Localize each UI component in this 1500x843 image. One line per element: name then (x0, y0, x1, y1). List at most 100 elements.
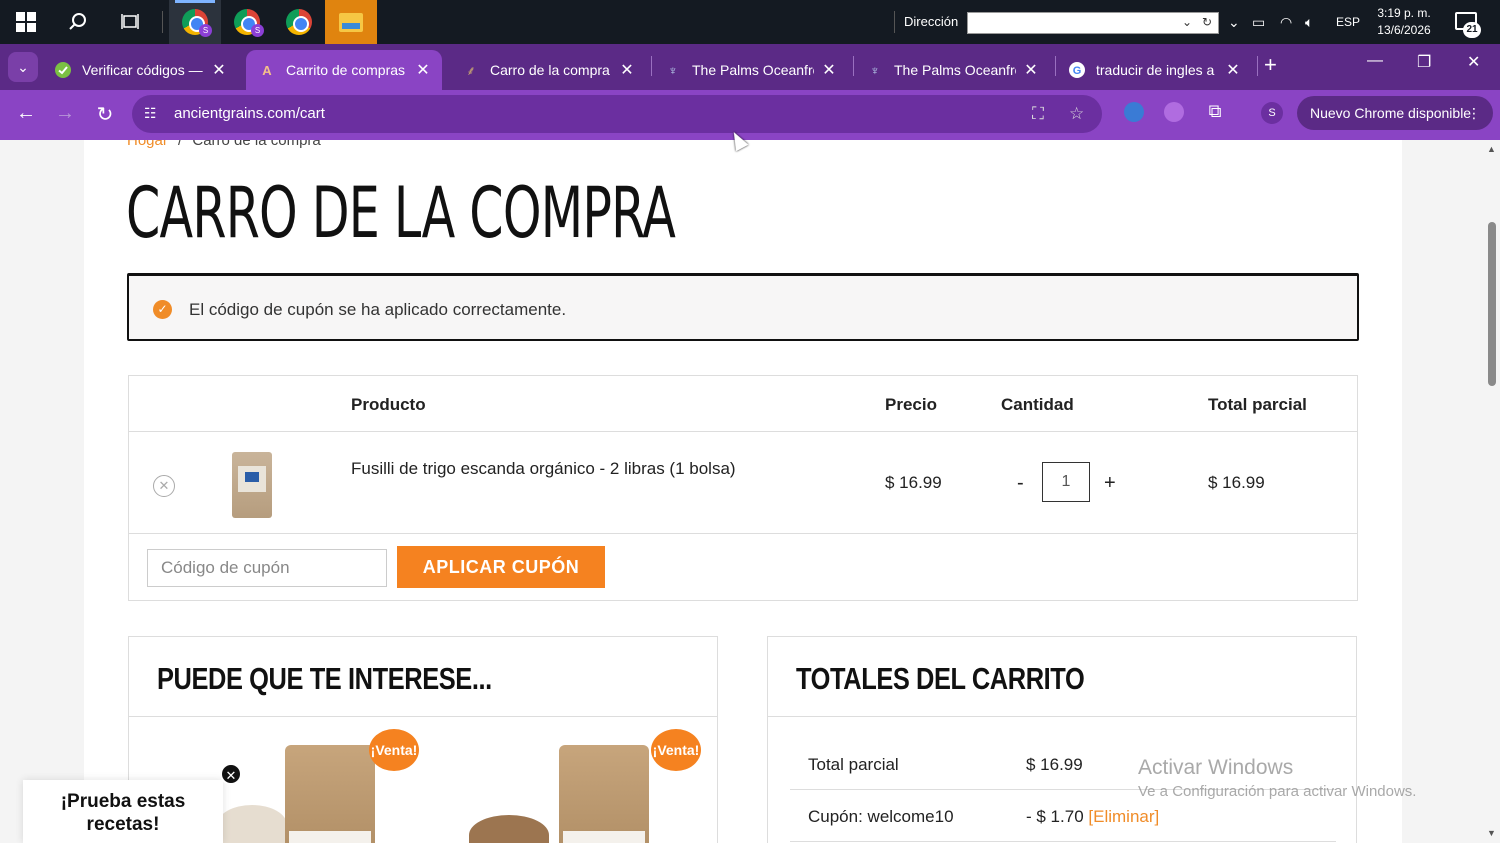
windows-activation-watermark: Activar Windows Ve a Configuración para … (1138, 756, 1416, 800)
tab-carro-de-la-compra[interactable]: ⸙ Carro de la compra ✕ (450, 50, 646, 90)
product-bag-image (559, 745, 649, 843)
scroll-down-icon[interactable]: ▼ (1487, 828, 1496, 838)
palm-icon: ♆ (668, 62, 678, 78)
windows-taskbar: S S (0, 0, 1500, 44)
translate-icon[interactable]: ⛶ (1032, 104, 1044, 124)
page-scrollbar[interactable]: ▲ ▼ (1484, 140, 1500, 843)
task-view-button[interactable] (104, 0, 156, 44)
taskbar-chrome[interactable] (273, 0, 325, 44)
popup-close-button[interactable]: ✕ (220, 763, 242, 785)
recipes-popup[interactable]: ¡Prueba estas recetas! (23, 780, 223, 843)
chevron-down-icon[interactable]: ⌄ (1182, 15, 1192, 29)
refresh-icon[interactable]: ↻ (1202, 15, 1212, 29)
cart-totals-box: TOTALES DEL CARRITO Total parcial $ 16.9… (767, 636, 1357, 843)
site-info-icon[interactable]: ☷ (144, 105, 157, 122)
tab-title: The Palms Oceanfront (894, 62, 1016, 78)
cross-sells-header: PUEDE QUE TE INTERESE... (129, 637, 717, 717)
remove-coupon-link[interactable]: [Eliminar] (1088, 807, 1159, 826)
windows-logo-icon (16, 12, 36, 32)
taskbar-chrome-profile-1[interactable]: S (169, 0, 221, 44)
tab-title: traducir de ingles a e (1096, 62, 1218, 78)
profile-badge-icon: S (199, 24, 212, 37)
address-bar[interactable]: ☷ ancientgrains.com/cart ⛶ ☆ (132, 95, 1102, 133)
quantity-increase-button[interactable]: + (1104, 472, 1116, 495)
check-circle-icon: ✓ (153, 300, 172, 319)
product-thumbnail[interactable] (232, 452, 272, 518)
clock-time: 3:19 p. m. (1377, 6, 1431, 20)
back-button[interactable]: ← (14, 102, 38, 125)
close-icon[interactable]: ✕ (618, 60, 636, 80)
header-price: Precio (885, 395, 937, 414)
watermark-title: Activar Windows (1138, 756, 1294, 779)
language-indicator[interactable]: ESP (1336, 0, 1360, 44)
taskbar-search-button[interactable] (52, 0, 104, 44)
taskbar-chrome-profile-2[interactable]: S (221, 0, 273, 44)
task-view-icon (121, 14, 139, 29)
extension-icon[interactable] (1164, 102, 1184, 122)
close-icon[interactable]: ✕ (1022, 60, 1040, 80)
reload-button[interactable]: ↻ (93, 102, 117, 127)
address-toolbar-input[interactable]: ⌄ ↻ (967, 12, 1219, 34)
profile-avatar[interactable]: S (1261, 102, 1283, 124)
breadcrumb-current: Carro de la compra (192, 140, 321, 149)
battery-icon[interactable]: ▭ (1252, 0, 1265, 44)
shield-extension-icon[interactable] (1124, 102, 1144, 122)
close-icon[interactable]: ✕ (210, 60, 228, 80)
taskbar-divider (162, 11, 163, 33)
quantity-decrease-button[interactable]: - (1017, 472, 1024, 495)
minimize-icon: — (1367, 52, 1383, 69)
chrome-update-button[interactable]: Nuevo Chrome disponible ⋮ (1297, 96, 1493, 130)
close-icon[interactable]: ✕ (414, 60, 432, 80)
page-viewport: Hogar / Carro de la compra CARRO DE LA C… (0, 140, 1484, 843)
tab-the-palms-1[interactable]: ♆ The Palms Oceanfront ✕ (652, 50, 848, 90)
product-name-link[interactable]: Fusilli de trigo escanda orgánico - 2 li… (351, 459, 736, 479)
tab-search-button[interactable]: ⌄ (8, 52, 38, 82)
cross-sell-product-2[interactable]: ¡Venta! (469, 729, 701, 843)
tray-overflow-button[interactable]: ⌄ (1228, 0, 1240, 44)
tab-verificar-codigos[interactable]: Verificar códigos — S ✕ (42, 50, 238, 90)
close-icon[interactable]: ✕ (820, 60, 838, 80)
ancient-grains-icon: A (262, 62, 272, 78)
totals-label: Cupón: welcome10 (808, 807, 954, 826)
taskbar-file-explorer[interactable] (325, 0, 377, 44)
tab-the-palms-2[interactable]: ♆ The Palms Oceanfront ✕ (854, 50, 1050, 90)
bookmark-star-icon[interactable]: ☆ (1069, 104, 1084, 124)
folder-icon (339, 12, 363, 32)
plus-icon: + (1264, 52, 1277, 77)
product-bag-image (285, 745, 375, 843)
taskbar-clock[interactable]: 3:19 p. m. 13/6/2026 (1368, 5, 1440, 39)
extensions-puzzle-icon[interactable]: ⧉ (1203, 101, 1227, 122)
cross-sells-title: PUEDE QUE TE INTERESE... (157, 661, 492, 696)
address-toolbar-label: Dirección (904, 14, 959, 29)
kebab-menu-icon: ⋮ (1467, 105, 1481, 121)
chrome-icon (286, 9, 312, 35)
close-window-button[interactable]: ✕ (1467, 52, 1480, 72)
cart-totals-header: TOTALES DEL CARRITO (768, 637, 1356, 717)
tab-divider (853, 56, 854, 76)
tab-traducir[interactable]: G traducir de ingles a e ✕ (1056, 50, 1252, 90)
tab-carrito-de-compras[interactable]: A Carrito de compras | A ✕ (246, 50, 442, 90)
minimize-button[interactable]: — (1367, 52, 1383, 70)
flour-pile-graphic (217, 805, 287, 843)
product-subtotal: $ 16.99 (1208, 473, 1265, 492)
remove-item-button[interactable]: ✕ (153, 475, 175, 497)
apply-coupon-button[interactable]: APLICAR CUPÓN (397, 546, 605, 588)
scroll-up-icon[interactable]: ▲ (1487, 144, 1496, 154)
header-product: Producto (351, 395, 426, 414)
volume-icon[interactable]: 🔈︎ (1305, 0, 1313, 44)
new-tab-button[interactable]: + (1264, 52, 1277, 78)
quantity-input[interactable]: 1 (1042, 462, 1090, 502)
scrollbar-thumb[interactable] (1488, 222, 1496, 386)
close-icon[interactable]: ✕ (1224, 60, 1242, 80)
url-text: ancientgrains.com/cart (174, 105, 325, 122)
breadcrumb: Hogar / Carro de la compra (127, 140, 321, 149)
restore-button[interactable]: ❐ (1417, 52, 1431, 72)
watermark-subtitle: Ve a Configuración para activar Windows. (1138, 783, 1417, 800)
cross-sell-product-1[interactable]: ¡Venta! (217, 729, 419, 843)
coupon-code-input[interactable]: Código de cupón (147, 549, 387, 587)
chevron-down-icon: ⌄ (1228, 13, 1240, 30)
forward-button[interactable]: → (53, 102, 77, 125)
wifi-icon[interactable]: ◠ (1280, 0, 1292, 44)
breadcrumb-home-link[interactable]: Hogar (127, 140, 168, 149)
windows-start-button[interactable] (0, 0, 52, 44)
